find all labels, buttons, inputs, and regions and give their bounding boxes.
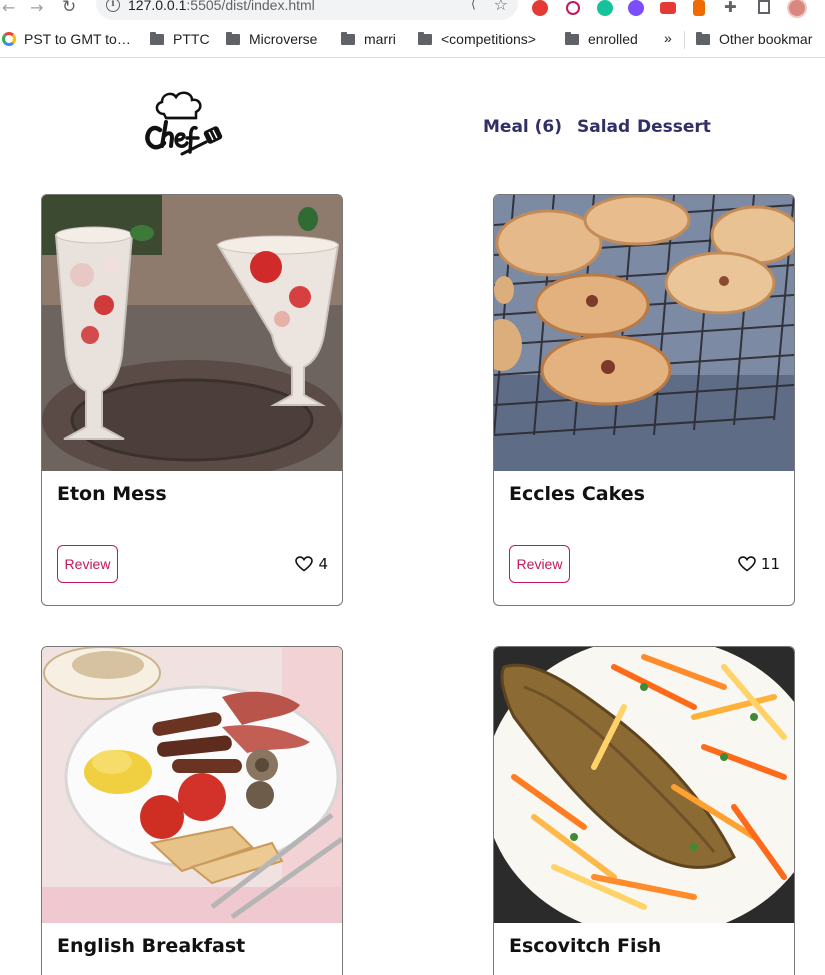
bookmark-microverse[interactable]: Microverse bbox=[226, 31, 317, 47]
folder-icon bbox=[150, 31, 164, 45]
url-host: 127.0.0.1 bbox=[128, 0, 187, 13]
bookmark-enrolled[interactable]: enrolled bbox=[565, 31, 638, 47]
chef-logo[interactable] bbox=[144, 88, 226, 156]
address-bar[interactable]: i 127.0.0.1:5505/dist/index.html ⟨ ☆ bbox=[96, 0, 518, 20]
google-icon bbox=[2, 32, 16, 46]
card-title: English Breakfast bbox=[57, 935, 246, 957]
likes[interactable]: 4 bbox=[295, 555, 328, 573]
extension-youtube-icon[interactable] bbox=[660, 2, 676, 14]
review-button[interactable]: Review bbox=[509, 545, 570, 583]
bookmark-label: Microverse bbox=[249, 31, 318, 47]
nav-salad[interactable]: Salad bbox=[577, 117, 630, 137]
review-button[interactable]: Review bbox=[57, 545, 118, 583]
share-icon[interactable]: ⟨ bbox=[471, 0, 476, 12]
page: Meal (6) Salad Dessert Eton Mess Review bbox=[0, 58, 825, 975]
card-title: Eton Mess bbox=[57, 483, 167, 505]
nav-meal[interactable]: Meal (6) bbox=[483, 117, 562, 137]
folder-icon bbox=[341, 31, 355, 45]
extension-podcast-icon[interactable] bbox=[566, 1, 580, 15]
bookmarks-bar: PST to GMT to… PTTC Microverse marri <co… bbox=[0, 20, 825, 58]
bookmarks-more[interactable]: » bbox=[664, 30, 672, 46]
heart-icon[interactable] bbox=[738, 556, 756, 572]
card-title: Escovitch Fish bbox=[509, 935, 662, 957]
card-footer: Review 4 bbox=[42, 545, 342, 605]
side-panel-icon[interactable] bbox=[758, 0, 770, 14]
likes-count: 4 bbox=[318, 555, 328, 573]
bookmark-label: PTTC bbox=[173, 31, 210, 47]
heart-icon[interactable] bbox=[295, 556, 314, 572]
folder-icon bbox=[226, 31, 240, 45]
browser-toolbar: ← → ↻ i 127.0.0.1:5505/dist/index.html ⟨… bbox=[0, 0, 825, 20]
bookmarks-divider bbox=[684, 31, 685, 49]
card-footer: Review 11 bbox=[494, 545, 794, 605]
nav-dessert[interactable]: Dessert bbox=[637, 117, 711, 137]
url-path: :5505/dist/index.html bbox=[186, 0, 315, 13]
address-url[interactable]: 127.0.0.1:5505/dist/index.html bbox=[128, 0, 315, 13]
meal-image bbox=[42, 195, 342, 471]
likes[interactable]: 11 bbox=[738, 555, 780, 573]
reload-icon[interactable]: ↻ bbox=[62, 0, 76, 17]
extension-purple-icon[interactable] bbox=[628, 0, 644, 16]
bookmark-pst-gmt[interactable]: PST to GMT to… bbox=[2, 31, 131, 47]
extension-lighthouse-icon[interactable] bbox=[693, 0, 705, 16]
meal-card: English Breakfast bbox=[41, 646, 343, 975]
bookmark-label: Other bookmar bbox=[719, 31, 813, 47]
extension-opera-icon[interactable] bbox=[532, 0, 548, 16]
bookmark-label: marri bbox=[364, 31, 396, 47]
profile-avatar[interactable] bbox=[787, 0, 807, 18]
folder-icon bbox=[418, 31, 432, 45]
forward-arrow-icon[interactable]: → bbox=[30, 0, 43, 17]
extension-grammarly-icon[interactable] bbox=[597, 0, 613, 16]
bookmark-label: PST to GMT to… bbox=[24, 31, 131, 47]
bookmark-label: <competitions> bbox=[441, 31, 536, 47]
likes-count: 11 bbox=[760, 555, 780, 573]
meal-card: Escovitch Fish bbox=[493, 646, 795, 975]
bookmark-competitions[interactable]: <competitions> bbox=[418, 31, 536, 47]
bookmark-marri[interactable]: marri bbox=[341, 31, 396, 47]
bookmark-label: enrolled bbox=[588, 31, 638, 47]
extensions-puzzle-icon[interactable]: ✚ bbox=[724, 0, 737, 16]
folder-icon bbox=[565, 31, 579, 45]
bookmark-star-icon[interactable]: ☆ bbox=[494, 0, 508, 14]
meal-image bbox=[494, 195, 794, 471]
meal-card: Eton Mess Review 4 bbox=[41, 194, 343, 606]
bookmark-other[interactable]: Other bookmar bbox=[696, 31, 812, 47]
back-arrow-icon[interactable]: ← bbox=[2, 0, 15, 17]
meal-image bbox=[494, 647, 794, 923]
bookmark-pttc[interactable]: PTTC bbox=[150, 31, 210, 47]
meal-card: Eccles Cakes Review 11 bbox=[493, 194, 795, 606]
folder-icon bbox=[696, 31, 710, 45]
meal-image bbox=[42, 647, 342, 923]
info-icon[interactable]: i bbox=[106, 0, 120, 12]
card-title: Eccles Cakes bbox=[509, 483, 645, 505]
